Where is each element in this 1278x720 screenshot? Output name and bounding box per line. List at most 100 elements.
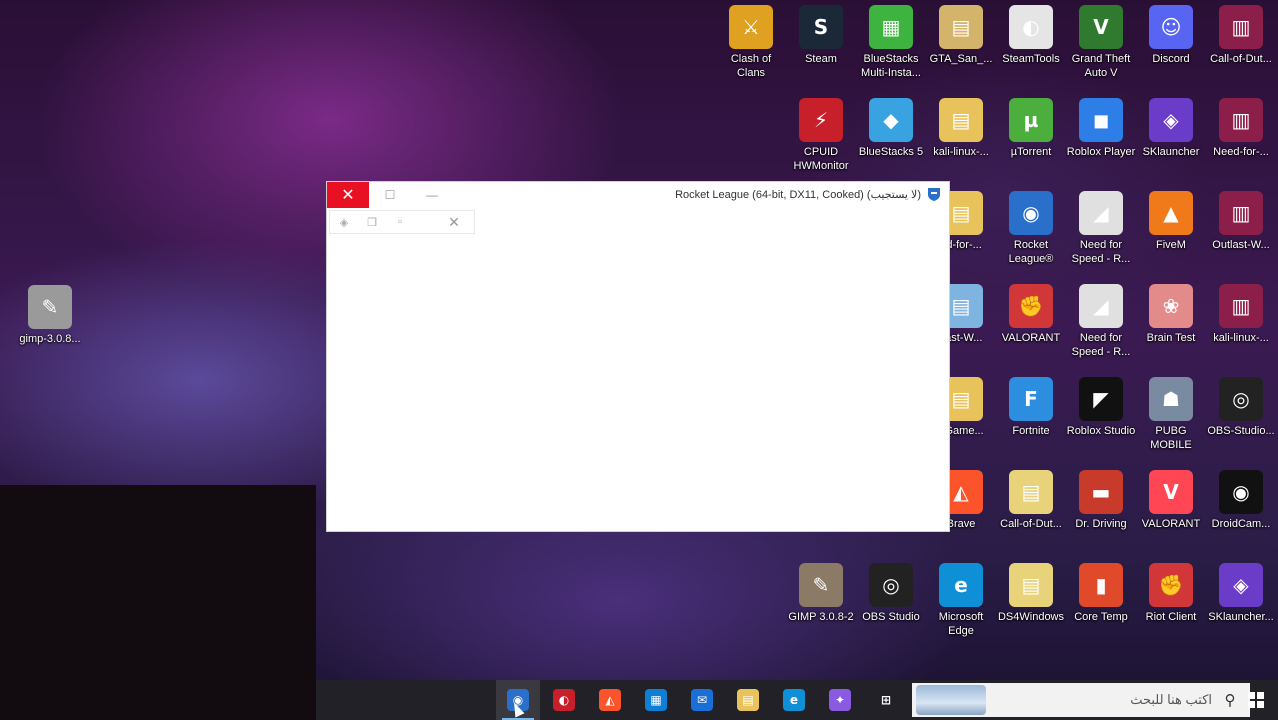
bluestacks-multi-icon: ▦ xyxy=(869,5,913,49)
desktop-icon[interactable]: ⚡ CPUID HWMonitor xyxy=(786,98,856,173)
inner-close-button[interactable]: ✕ xyxy=(434,214,474,231)
windows-logo-icon xyxy=(1248,692,1264,708)
desktop-icon[interactable]: ◎ OBS Studio xyxy=(856,563,926,624)
desktop-icon[interactable]: ◼ Roblox Player xyxy=(1066,98,1136,159)
maximize-button[interactable]: ☐ xyxy=(369,182,411,208)
desktop-icon-label: Roblox Player xyxy=(1066,146,1136,158)
window-title: Rocket League (64-bit, DX11, Cooked) (لا… xyxy=(675,189,921,201)
desktop-icon[interactable]: ◐ SteamTools xyxy=(996,5,1066,66)
desktop-icon[interactable]: ◢ Need for Speed - R... xyxy=(1066,191,1136,266)
rocket-league-window[interactable]: ✕ ☐ — Rocket League (64-bit, DX11, Cooke… xyxy=(326,181,950,532)
winrar-icon: ▥ xyxy=(1219,5,1263,49)
desktop-icon-label: Dr. Driving xyxy=(1075,518,1127,530)
winrar-icon: ▥ xyxy=(1219,191,1263,235)
desktop-icon[interactable]: ✎ GIMP 3.0.8-2 xyxy=(786,563,856,624)
desktop-icon[interactable]: F Fortnite xyxy=(996,377,1066,438)
desktop-icon[interactable]: ▲ FiveM xyxy=(1136,191,1206,252)
desktop-icon-label: BlueStacks 5 xyxy=(858,146,924,158)
window-titlebar[interactable]: ✕ ☐ — Rocket League (64-bit, DX11, Cooke… xyxy=(327,182,949,208)
desktop-icon-label: Fortnite xyxy=(1012,425,1050,437)
desktop-icon[interactable]: ▥ kali-linux-... xyxy=(1206,284,1276,345)
nfs-icon: ◢ xyxy=(1079,191,1123,235)
taskbar-item-brave[interactable]: ◭ xyxy=(588,680,632,720)
desktop-icon[interactable]: ▤ kali-linux-... xyxy=(926,98,996,159)
obs-icon: ◎ xyxy=(869,563,913,607)
sklauncher-icon: ◈ xyxy=(1149,98,1193,142)
steamtools-icon: ◐ xyxy=(553,689,575,711)
riot-icon: ✊ xyxy=(1149,563,1193,607)
desktop-icon[interactable]: ◈ SKlauncher xyxy=(1136,98,1206,159)
desktop-icon[interactable]: ⚔ Clash of Clans xyxy=(716,5,786,80)
roblox-player-icon: ◼ xyxy=(1079,98,1123,142)
desktop-icon-label: BlueStacks Multi-Insta... xyxy=(861,53,921,79)
desktop-icon[interactable]: ◢ Need for Speed - R... xyxy=(1066,284,1136,359)
desktop-icon[interactable]: ◎ OBS-Studio... xyxy=(1206,377,1276,438)
desktop-icon-label: SteamTools xyxy=(1002,53,1060,65)
desktop-icon[interactable]: ▤ Call-of-Dut... xyxy=(996,470,1066,531)
desktop-icon-label: CPUID HWMonitor xyxy=(793,146,849,172)
search-placeholder: اكتب هنا للبحث xyxy=(1130,692,1212,707)
minimize-button[interactable]: — xyxy=(411,182,453,208)
mail-icon: ✉ xyxy=(691,689,713,711)
close-button[interactable]: ✕ xyxy=(327,182,369,208)
desktop-icon-label: FiveM xyxy=(1156,239,1186,251)
desktop-icon[interactable]: ▬ Dr. Driving xyxy=(1066,470,1136,531)
rocket-league-icon: ◉ xyxy=(1009,191,1053,235)
desktop-icon-label: Need-for-... xyxy=(1213,146,1269,158)
rocket-league-shield-icon xyxy=(928,188,940,201)
desktop-icon-label: Brave xyxy=(946,518,976,530)
desktop-icon[interactable]: ◉ DroidCam... xyxy=(1206,470,1276,531)
desktop-icon-label: kali-linux-... xyxy=(933,146,989,158)
desktop-icon-label: GTA_San_... xyxy=(929,53,993,65)
desktop-icon-label: Rocket League® xyxy=(1008,239,1054,265)
desktop-icon[interactable]: ❀ Brain Test xyxy=(1136,284,1206,345)
desktop-icon-label: SKlauncher... xyxy=(1208,611,1274,623)
taskbar-item-edge[interactable]: e xyxy=(772,680,816,720)
desktop-icon-label: µTorrent xyxy=(1010,146,1052,158)
desktop-icon[interactable]: ▦ BlueStacks Multi-Insta... xyxy=(856,5,926,80)
desktop-icon[interactable]: ◈ SKlauncher... xyxy=(1206,563,1276,624)
desktop-icon[interactable]: ◆ BlueStacks 5 xyxy=(856,98,926,159)
desktop-icon[interactable]: ◤ Roblox Studio xyxy=(1066,377,1136,438)
desktop-icon-label: Brain Test xyxy=(1146,332,1196,344)
desktop-icon-label: OBS Studio xyxy=(862,611,920,623)
desktop-icon[interactable]: ▮ Core Temp xyxy=(1066,563,1136,624)
desktop-icon[interactable]: ☺ Discord xyxy=(1136,5,1206,66)
riot-icon: ✊ xyxy=(1009,284,1053,328)
webcam-overlay-area xyxy=(0,485,316,720)
desktop-icon[interactable]: ▥ Call-of-Dut... xyxy=(1206,5,1276,66)
desktop-icon[interactable]: ✎ gimp-3.0.8... xyxy=(15,285,85,346)
desktop-icon[interactable]: ☗ PUBG MOBILE xyxy=(1136,377,1206,452)
desktop-icon[interactable]: ✊ VALORANT xyxy=(996,284,1066,345)
desktop-icon[interactable]: V Grand Theft Auto V xyxy=(1066,5,1136,80)
fortnite-icon: F xyxy=(1009,377,1053,421)
desktop-icon-label: Core Temp xyxy=(1074,611,1128,623)
taskbar-item-task-view[interactable]: ⊞ xyxy=(864,680,908,720)
desktop-icon[interactable]: e Microsoft Edge xyxy=(926,563,996,638)
winrar-icon: ▥ xyxy=(1219,98,1263,142)
desktop-icon[interactable]: S Steam xyxy=(786,5,856,66)
desktop-icon[interactable]: ▤ DS4Windows xyxy=(996,563,1066,624)
desktop-icon[interactable]: ▥ Need-for-... xyxy=(1206,98,1276,159)
taskbar-item-file-explorer[interactable]: ▤ xyxy=(726,680,770,720)
desktop-icon-label: Roblox Studio xyxy=(1066,425,1136,437)
taskbar-item-copilot[interactable]: ✦ xyxy=(818,680,862,720)
desktop-icon[interactable]: ▥ Outlast-W... xyxy=(1206,191,1276,252)
bluestacks-icon: ◆ xyxy=(869,98,913,142)
desktop-icon[interactable]: ✊ Riot Client xyxy=(1136,563,1206,624)
store-icon: ▦ xyxy=(645,689,667,711)
desktop-icon[interactable]: ▤ GTA_San_... xyxy=(926,5,996,66)
desktop-icon[interactable]: ◉ Rocket League® xyxy=(996,191,1066,266)
desktop-icon[interactable]: V VALORANT xyxy=(1136,470,1206,531)
taskbar-item-steamtools[interactable]: ◐ xyxy=(542,680,586,720)
desktop-icon-label: OBS-Studio... xyxy=(1207,425,1275,437)
gimp-icon: ✎ xyxy=(799,563,843,607)
search-box[interactable]: اكتب هنا للبحث ⚲ xyxy=(912,683,1250,717)
shield-icon: ◈ xyxy=(339,216,349,229)
start-button[interactable] xyxy=(1234,680,1278,720)
taskbar-item-mail[interactable]: ✉ xyxy=(680,680,724,720)
taskbar-item-store[interactable]: ▦ xyxy=(634,680,678,720)
desktop-icon-label: Call-of-Dut... xyxy=(1000,518,1062,530)
desktop-icon-label: Steam xyxy=(805,53,837,65)
desktop-icon[interactable]: µ µTorrent xyxy=(996,98,1066,159)
